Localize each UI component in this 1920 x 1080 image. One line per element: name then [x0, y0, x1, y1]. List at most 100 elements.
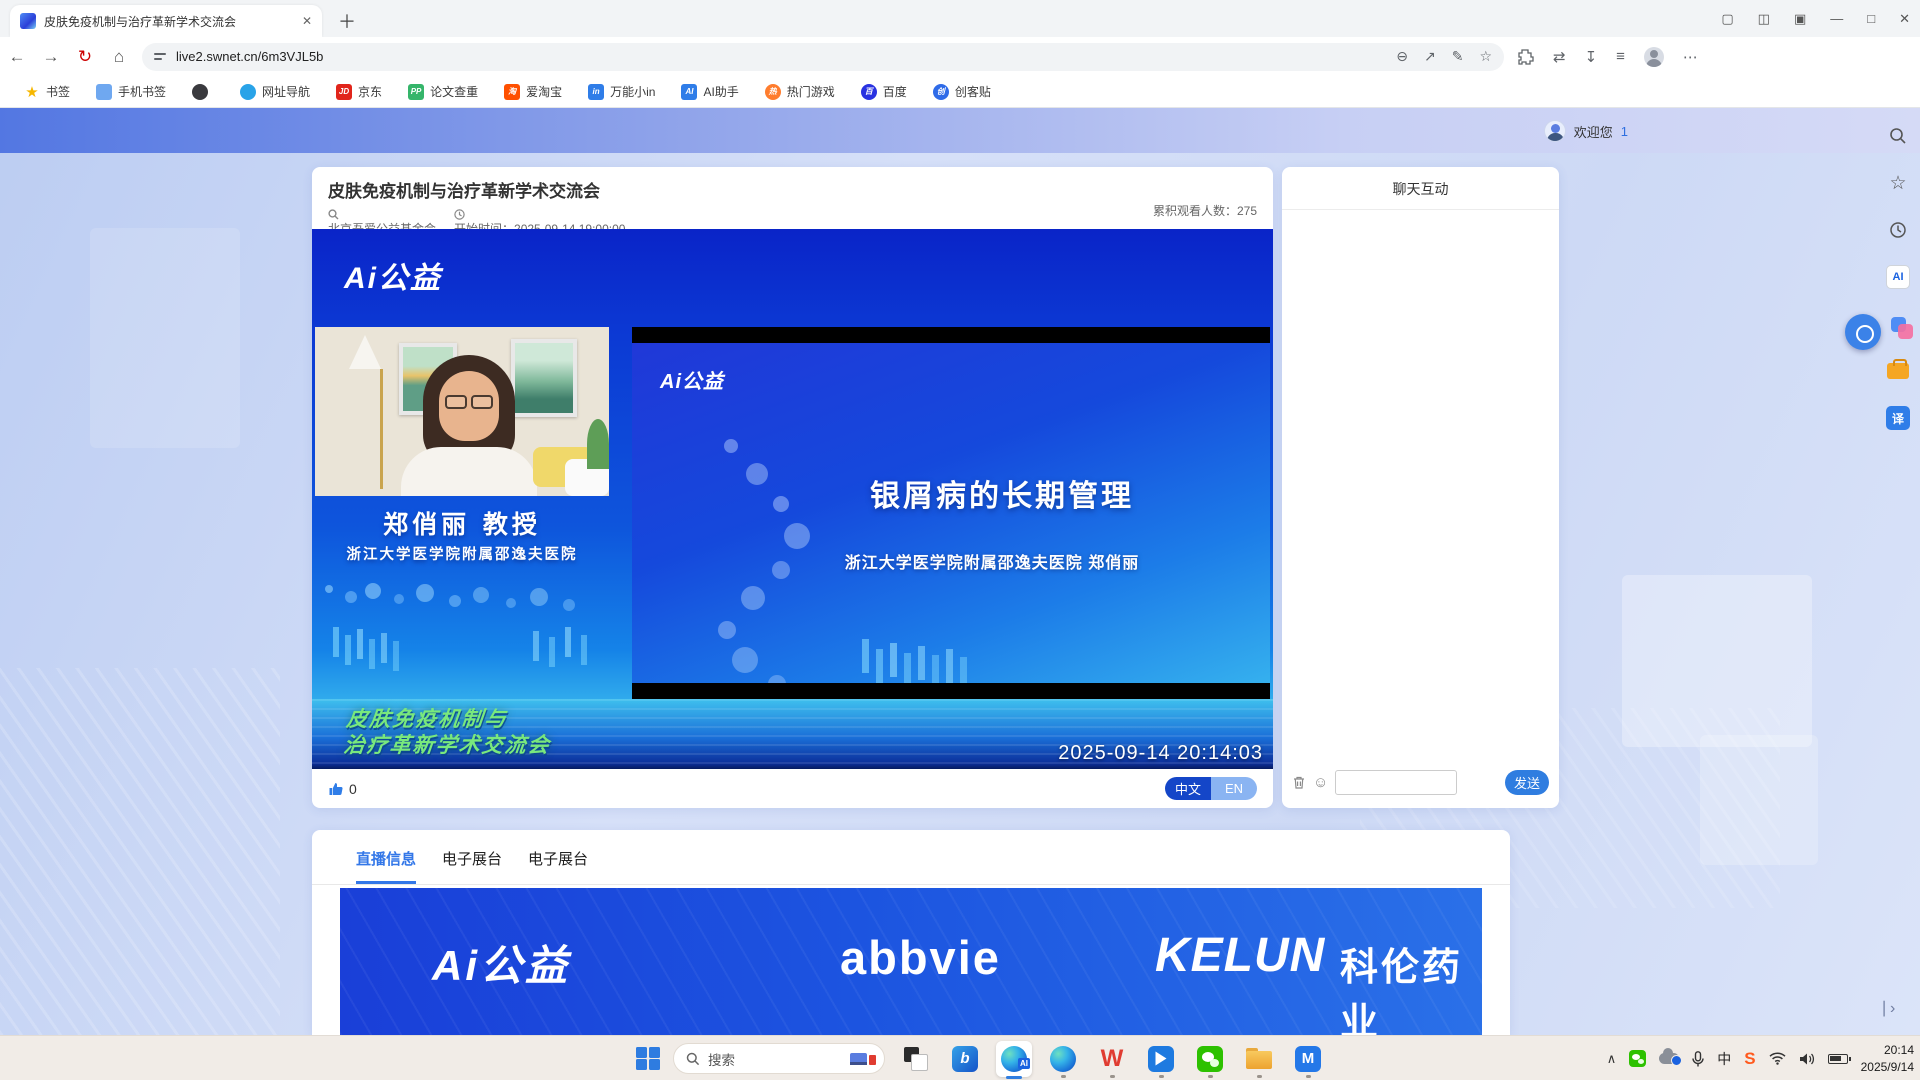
tray-ime-indicator[interactable]: 中 — [1717, 1049, 1731, 1069]
user-avatar — [1544, 120, 1566, 142]
sidebar-favorites-icon[interactable]: ☆ — [1884, 169, 1912, 197]
tray-clock[interactable]: 20:14 2025/9/14 — [1861, 1042, 1914, 1074]
tray-volume-icon[interactable] — [1799, 1052, 1815, 1066]
window-controls: ▢ ◫ ▣ — □ ✕ — [1721, 0, 1910, 37]
bookmark-baidu[interactable]: 百百度 — [861, 83, 907, 100]
bookmark-icon-only[interactable] — [192, 84, 214, 100]
bookmark-wangzhi-daohang[interactable]: 网址导航 — [240, 83, 310, 100]
chat-input[interactable] — [1335, 770, 1457, 795]
pp-icon: PP — [408, 84, 424, 100]
extensions-icon[interactable] — [1518, 49, 1534, 65]
tray-sogou-icon[interactable]: S — [1744, 1049, 1755, 1069]
page-header-band — [0, 108, 1920, 153]
tray-battery-icon[interactable] — [1828, 1054, 1848, 1064]
in-icon: in — [588, 84, 604, 100]
forward-icon[interactable]: → — [34, 47, 68, 67]
taskbar-meeting-icon[interactable]: M — [1290, 1036, 1326, 1080]
reading-list-icon[interactable]: ≡ — [1616, 48, 1625, 65]
sponsor-banner[interactable]: Ai公益 abbvie KELUN 科伦药业 — [340, 888, 1482, 1035]
bookmark-shuqian[interactable]: ★书签 — [24, 83, 70, 100]
sidebar-toolbox-icon[interactable] — [1884, 357, 1912, 385]
favorite-star-icon[interactable]: ☆ — [1479, 48, 1492, 65]
welcome-user[interactable]: 欢迎您 1 — [1544, 120, 1628, 142]
chat-messages-area[interactable] — [1282, 210, 1559, 764]
tray-mic-icon[interactable] — [1692, 1051, 1704, 1067]
address-bar[interactable]: live2.swnet.cn/6m3VJL5b ⊖ ↗ ✎ ☆ — [142, 43, 1504, 71]
tab-live-info[interactable]: 直播信息 — [356, 848, 416, 884]
bookmark-wanneng-xiaoin[interactable]: in万能小in — [588, 83, 655, 100]
tab-expo-1[interactable]: 电子展台 — [442, 848, 502, 884]
site-info-icon[interactable] — [154, 52, 166, 62]
tab-close-icon[interactable]: ✕ — [302, 14, 312, 28]
send-button[interactable]: 发送 — [1505, 770, 1549, 795]
bookmark-shouji-shuqian[interactable]: 手机书签 — [96, 83, 166, 100]
sync-icon[interactable]: ⇄ — [1553, 48, 1566, 66]
decor-streaks — [0, 668, 280, 1035]
taskbar-search[interactable]: 搜索 — [673, 1043, 885, 1074]
downloads-icon[interactable]: ↧ — [1585, 48, 1598, 66]
taskbar-bing-icon[interactable]: b — [947, 1036, 983, 1080]
new-tab-button[interactable]: ＋ — [338, 8, 356, 34]
taskbar-edge-icon[interactable] — [1045, 1036, 1081, 1080]
more-menu-icon[interactable]: ⋯ — [1683, 48, 1698, 66]
welcome-count: 1 — [1621, 124, 1628, 139]
page-tabs: 直播信息 电子展台 电子展台 — [312, 830, 1510, 884]
sidebar-ai-icon[interactable]: AI — [1884, 263, 1912, 291]
tray-chevron-icon[interactable]: ∧ — [1607, 1051, 1617, 1067]
start-button[interactable] — [636, 1047, 660, 1071]
browser-tab[interactable]: 皮肤免疫机制与治疗革新学术交流会 ✕ — [10, 5, 322, 37]
lang-zh-button[interactable]: 中文 — [1165, 777, 1211, 800]
share-icon[interactable]: ↗ — [1424, 48, 1436, 65]
sidebar-history-icon[interactable] — [1884, 216, 1912, 244]
lang-en-button[interactable]: EN — [1211, 777, 1257, 800]
close-button[interactable]: ✕ — [1899, 11, 1910, 27]
clear-chat-icon[interactable] — [1292, 775, 1306, 790]
welcome-text: 欢迎您 — [1574, 122, 1613, 141]
browser-essentials-icon[interactable]: ▣ — [1794, 11, 1806, 27]
tray-wechat-icon[interactable] — [1629, 1050, 1646, 1067]
bookmark-aitaobao[interactable]: 淘爱淘宝 — [504, 83, 562, 100]
tab-actions-icon[interactable]: ▢ — [1721, 11, 1733, 27]
stream-timestamp: 2025-09-14 20:14:03 — [1058, 742, 1263, 765]
profile-avatar[interactable] — [1644, 47, 1664, 67]
taskbar-wps-icon[interactable]: W — [1094, 1036, 1130, 1080]
emoji-icon[interactable]: ☺ — [1313, 775, 1328, 790]
floating-widget-button[interactable] — [1845, 314, 1881, 350]
sidebar-expand-handle[interactable]: ∣› — [1880, 998, 1897, 1018]
bookmark-jd[interactable]: JD京东 — [336, 83, 382, 100]
back-icon[interactable]: ← — [0, 47, 34, 67]
home-icon[interactable]: ⌂ — [102, 47, 136, 67]
annotate-icon[interactable]: ✎ — [1452, 48, 1464, 65]
taskbar-edge-ai-icon[interactable]: AI — [996, 1036, 1032, 1080]
phone-bookmark-icon — [96, 84, 112, 100]
sidebar-translate-icon[interactable]: 译 — [1884, 404, 1912, 432]
tray-wifi-icon[interactable] — [1769, 1052, 1786, 1065]
video-card-footer: 0 中文 EN — [312, 769, 1273, 808]
taskbar-widgets-icon[interactable] — [898, 1036, 934, 1080]
sidebar-search-icon[interactable] — [1884, 122, 1912, 150]
speaker-name: 郑俏丽 教授 — [315, 505, 609, 541]
split-screen-icon[interactable]: ◫ — [1758, 11, 1770, 27]
bookmark-lunwen-chachong[interactable]: PP论文查重 — [408, 83, 478, 100]
banner-brand-logo: Ai公益 — [432, 932, 570, 993]
search-highlight-image[interactable] — [850, 1053, 876, 1065]
maximize-button[interactable]: □ — [1867, 11, 1875, 26]
sidebar-games-icon[interactable] — [1884, 310, 1912, 338]
lamp — [349, 335, 381, 369]
bookmark-chuangketie[interactable]: 创创客贴 — [933, 83, 991, 100]
tray-cloud-icon[interactable] — [1659, 1053, 1679, 1064]
star-icon: ★ — [24, 84, 40, 100]
video-player[interactable]: Ai公益 郑 — [312, 229, 1273, 769]
sphere-icon — [192, 84, 208, 100]
minimize-button[interactable]: — — [1830, 11, 1843, 26]
tab-expo-2[interactable]: 电子展台 — [528, 848, 588, 884]
refresh-icon[interactable]: ↻ — [68, 47, 102, 67]
zoom-out-icon[interactable]: ⊖ — [1396, 48, 1408, 65]
bookmark-remen-youxi[interactable]: 热热门游戏 — [765, 83, 835, 100]
taskbar-explorer-icon[interactable] — [1241, 1036, 1277, 1080]
bookmark-ai-zhushou[interactable]: AIAI助手 — [681, 83, 738, 100]
like-button[interactable]: 0 — [328, 781, 357, 797]
taskbar-wechat-icon[interactable] — [1192, 1036, 1228, 1080]
wall-art — [511, 339, 577, 417]
taskbar-dingtalk-icon[interactable] — [1143, 1036, 1179, 1080]
